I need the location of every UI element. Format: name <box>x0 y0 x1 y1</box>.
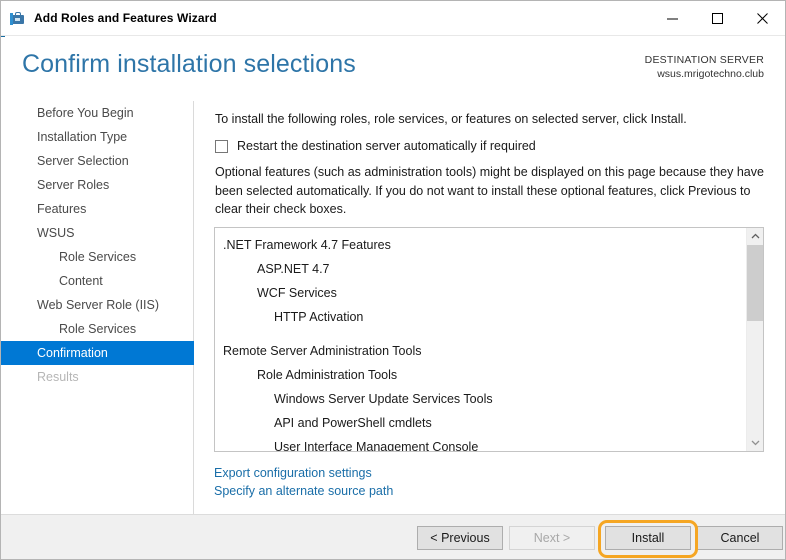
list-item: Remote Server Administration Tools <box>223 344 422 358</box>
list-item: ASP.NET 4.7 <box>257 262 330 276</box>
list-group-spacer <box>215 329 747 339</box>
list-item: WCF Services <box>257 286 337 300</box>
install-button[interactable]: Install <box>605 526 691 550</box>
list-item: HTTP Activation <box>274 310 364 324</box>
sidebar-item-server-roles[interactable]: Server Roles <box>1 173 193 197</box>
restart-checkbox[interactable] <box>215 139 228 153</box>
maximize-icon[interactable] <box>695 1 740 35</box>
chevron-up-icon[interactable] <box>747 228 763 245</box>
list-item: Windows Server Update Services Tools <box>274 392 493 406</box>
list-item: .NET Framework 4.7 Features <box>223 238 391 252</box>
window-controls <box>650 1 785 35</box>
selection-list-items: .NET Framework 4.7 Features ASP.NET 4.7 WC… <box>215 228 747 451</box>
close-icon[interactable] <box>740 1 785 35</box>
button-bar: < Previous Next > Install Cancel <box>1 514 785 559</box>
page-header: Confirm installation selections DESTINAT… <box>1 37 785 101</box>
sidebar-item-results: Results <box>37 370 79 384</box>
footer-links: Export configuration settings Specify an… <box>214 464 393 500</box>
optional-features-note: Optional features (such as administratio… <box>215 165 764 216</box>
list-item: User Interface Management Console <box>274 440 479 452</box>
destination-server-block: DESTINATION SERVER wsus.mrigotechno.club <box>645 53 764 81</box>
destination-server-label: DESTINATION SERVER <box>644 54 764 66</box>
minimize-icon[interactable] <box>650 1 695 35</box>
window-title: Add Roles and Features Wizard <box>34 11 217 25</box>
wizard-step-nav: Before You Begin Installation Type Server … <box>1 101 194 514</box>
sidebar-item-role-services[interactable]: Role Services <box>1 245 193 269</box>
sidebar-item-role-services[interactable]: Role Services <box>1 317 193 341</box>
sidebar-item-confirmation[interactable]: Confirmation <box>1 341 194 365</box>
list-item: API and PowerShell cmdlets <box>274 416 432 430</box>
scrollbar-thumb[interactable] <box>747 245 763 321</box>
restart-checkbox-label: Restart the destination server automatic… <box>237 139 536 153</box>
cancel-button[interactable]: Cancel <box>697 526 783 550</box>
export-configuration-settings-link[interactable]: Export configuration settings <box>214 464 393 482</box>
server-manager-toolbox-icon <box>10 10 26 26</box>
chevron-down-icon[interactable] <box>747 434 763 451</box>
title-bar: Add Roles and Features Wizard <box>1 1 785 36</box>
destination-server-name: wsus.mrigotechno.club <box>657 68 764 80</box>
specify-alternate-source-path-link[interactable]: Specify an alternate source path <box>214 482 393 500</box>
wizard-window: Add Roles and Features Wizard Confirm in… <box>0 0 786 560</box>
sidebar-item-installation-type[interactable]: Installation Type <box>1 125 193 149</box>
selection-list-scrollbar[interactable] <box>746 228 763 451</box>
sidebar-item-server-selection[interactable]: Server Selection <box>1 149 193 173</box>
sidebar-item-web-server-role-iis[interactable]: Web Server Role (IIS) <box>1 293 193 317</box>
sidebar-item-features[interactable]: Features <box>1 197 193 221</box>
previous-button[interactable]: < Previous <box>417 526 503 550</box>
list-item: Role Administration Tools <box>257 368 398 382</box>
install-intro-text: To install the following roles, role ser… <box>215 112 687 126</box>
sidebar-item-content[interactable]: Content <box>1 269 193 293</box>
page-title: Confirm installation selections <box>22 50 356 78</box>
selection-list-box[interactable]: .NET Framework 4.7 Features ASP.NET 4.7 WC… <box>214 227 764 452</box>
next-button: Next > <box>509 526 595 550</box>
main-content: To install the following roles, role ser… <box>195 101 785 514</box>
sidebar-item-before-you-begin[interactable]: Before You Begin <box>1 101 193 125</box>
sidebar-item-wsus[interactable]: WSUS <box>1 221 193 245</box>
restart-checkbox-row[interactable]: Restart the destination server automatic… <box>215 139 536 153</box>
